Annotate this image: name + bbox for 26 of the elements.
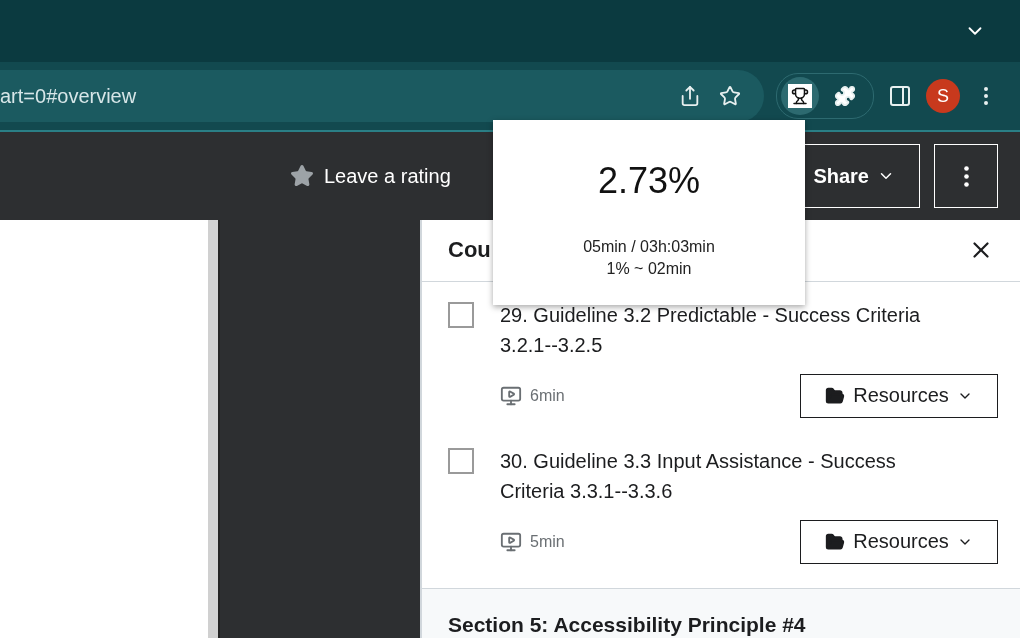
progress-percent: 2.73% [597, 160, 701, 202]
lecture-duration: 6min [500, 384, 565, 407]
panel-title: Cou [448, 237, 491, 264]
lecture-duration: 5min [500, 530, 565, 553]
video-icon [500, 384, 522, 407]
progress-detail: 1% ~ 02min [606, 259, 692, 279]
folder-icon [825, 531, 846, 552]
trophy-icon[interactable] [781, 77, 819, 115]
progress-detail: 05min / 03h:03min [583, 237, 715, 257]
folder-icon [825, 385, 846, 406]
star-icon [290, 164, 314, 188]
section-title: Section 5: Accessibility Principle #4 [448, 612, 806, 636]
resources-button[interactable]: Resources [800, 373, 998, 418]
lecture-checkbox[interactable] [448, 447, 474, 474]
video-icon [500, 530, 522, 553]
section-header[interactable]: Section 5: Accessibility Principle #4 [422, 587, 1020, 638]
leave-rating-link[interactable]: Leave a rating [290, 164, 451, 188]
address-text: art=0#overview [0, 84, 138, 108]
resources-button[interactable]: Resources [800, 519, 998, 564]
scrollbar[interactable] [208, 220, 220, 638]
address-bar[interactable]: art=0#overview [0, 70, 764, 122]
profile-avatar[interactable]: S [926, 79, 960, 113]
lecture-title[interactable]: 30. Guideline 3.3 Input Assistance - Success Criteria 3.3.1--3.3.6 [500, 445, 960, 506]
kebab-icon [963, 165, 969, 187]
lecture-checkbox[interactable] [448, 301, 474, 328]
more-button[interactable] [934, 144, 998, 208]
